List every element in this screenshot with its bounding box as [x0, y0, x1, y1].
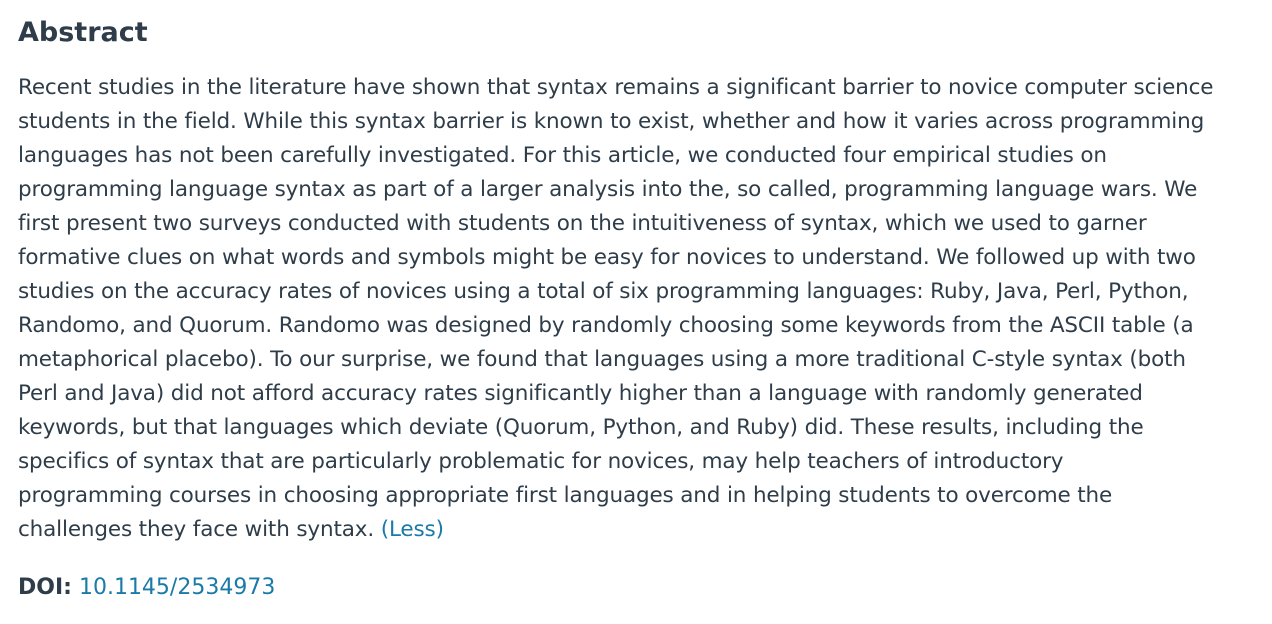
abstract-last-line: challenges they face with syntax. (Less) — [18, 513, 1254, 547]
doi-label: DOI: — [18, 575, 72, 600]
abstract-line: formative clues on what words and symbol… — [18, 245, 1196, 270]
abstract-line: Recent studies in the literature have sh… — [18, 75, 1214, 100]
abstract-line: specifics of syntax that are particularl… — [18, 449, 1064, 474]
abstract-line: Randomo, and Quorum. Randomo was designe… — [18, 313, 1194, 338]
abstract-line-text: challenges they face with syntax. — [18, 517, 375, 542]
abstract-section: Abstract Recent studies in the literatur… — [0, 0, 1272, 624]
abstract-line: programming language syntax as part of a… — [18, 177, 1198, 202]
doi-row: DOI: 10.1145/2534973 — [18, 573, 1254, 603]
abstract-body: Recent studies in the literature have sh… — [18, 71, 1254, 547]
abstract-line: students in the field. While this syntax… — [18, 109, 1205, 134]
abstract-heading: Abstract — [18, 17, 148, 48]
abstract-line: languages has not been carefully investi… — [18, 143, 1107, 168]
abstract-line: programming courses in choosing appropri… — [18, 483, 1113, 508]
doi-link[interactable]: 10.1145/2534973 — [79, 575, 275, 600]
abstract-line: Perl and Java) did not afford accuracy r… — [18, 381, 1143, 406]
show-less-link[interactable]: (Less) — [381, 517, 444, 542]
abstract-line: metaphorical placebo). To our surprise, … — [18, 347, 1186, 372]
abstract-line: first present two surveys conducted with… — [18, 211, 1147, 236]
abstract-line: studies on the accuracy rates of novices… — [18, 279, 1189, 304]
abstract-line: keywords, but that languages which devia… — [18, 415, 1144, 440]
